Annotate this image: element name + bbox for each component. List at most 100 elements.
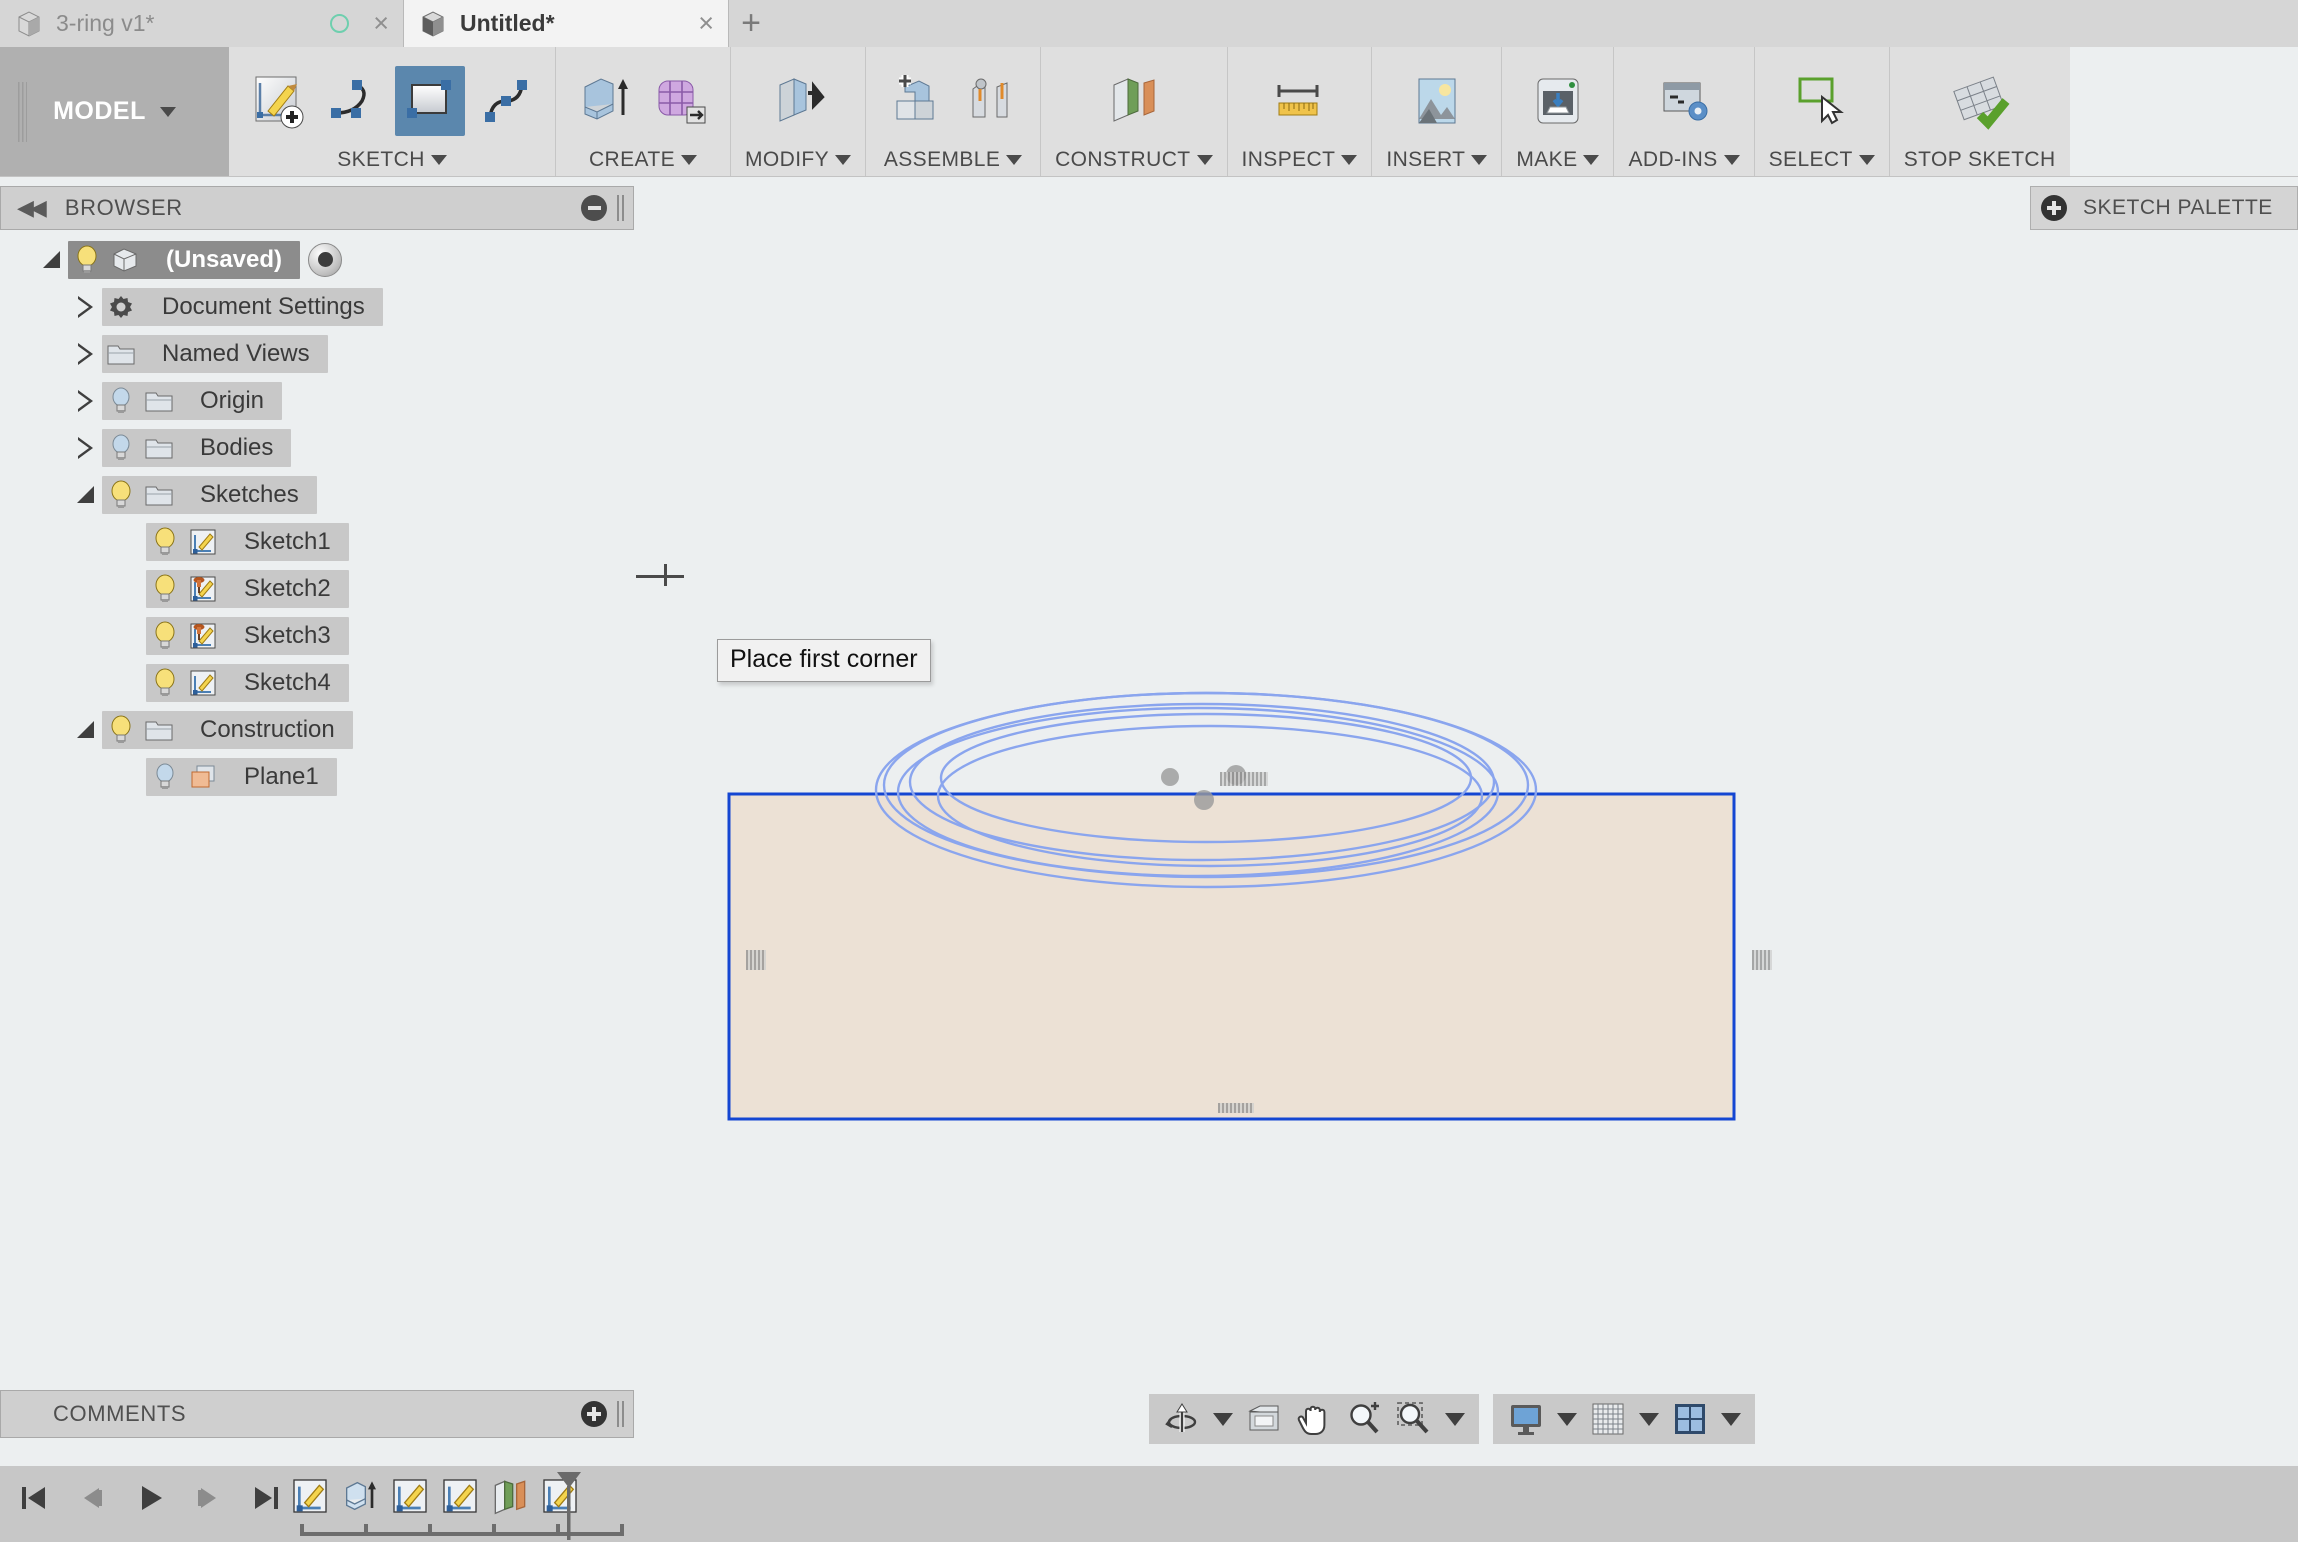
step-forward-button[interactable]	[184, 1474, 232, 1522]
line-button[interactable]	[319, 66, 389, 136]
ribbon-group-label-modify[interactable]: MODIFY	[731, 148, 865, 172]
ribbon-group-label-addins[interactable]: ADD-INS	[1614, 148, 1753, 172]
timeline-feature-sketch2[interactable]	[386, 1472, 434, 1520]
tree-item-named-views[interactable]: Named Views	[102, 334, 328, 373]
panel-resize-grip[interactable]	[617, 1401, 627, 1427]
stop-sketch-button[interactable]	[1945, 66, 2015, 136]
timeline-feature-sketch1[interactable]	[286, 1472, 334, 1520]
panel-resize-grip[interactable]	[617, 195, 627, 221]
tree-item-origin[interactable]: Origin	[102, 381, 283, 420]
extrude-button[interactable]	[570, 66, 640, 136]
ribbon-group-label-inspect[interactable]: INSPECT	[1228, 148, 1372, 172]
tree-row-bodies[interactable]: Bodies	[0, 424, 634, 471]
plus-circle-icon[interactable]	[581, 1401, 607, 1427]
spline-button[interactable]	[471, 66, 541, 136]
lightbulb-off-icon[interactable]	[102, 382, 140, 420]
grid-snaps-button[interactable]	[1585, 1397, 1631, 1441]
jump-to-beginning-button[interactable]	[10, 1474, 58, 1522]
timeline-marker[interactable]	[554, 1470, 581, 1540]
expander-right-icon[interactable]	[68, 295, 102, 318]
dimension-marker-right[interactable]	[1752, 950, 1772, 970]
ribbon-group-label-insert[interactable]: INSERT	[1372, 148, 1501, 172]
tree-item-construction[interactable]: Construction	[102, 710, 353, 749]
zoom-button[interactable]	[1341, 1397, 1387, 1441]
activate-component-radio[interactable]	[308, 242, 343, 277]
lightbulb-on-icon[interactable]	[68, 241, 106, 279]
display-settings-button[interactable]	[1503, 1397, 1549, 1441]
ribbon-group-label-make[interactable]: MAKE	[1502, 148, 1613, 172]
create-sketch-button[interactable]	[243, 66, 313, 136]
measure-button[interactable]	[1264, 66, 1334, 136]
ribbon-group-label-assemble[interactable]: ASSEMBLE	[870, 148, 1036, 172]
look-at-button[interactable]	[1241, 1397, 1287, 1441]
pan-button[interactable]	[1291, 1397, 1337, 1441]
timeline-feature-sketch3[interactable]	[436, 1472, 484, 1520]
lightbulb-on-icon[interactable]	[146, 523, 184, 561]
dimension-marker-bottom[interactable]	[1218, 1103, 1254, 1113]
lightbulb-on-icon[interactable]	[146, 664, 184, 702]
select-button[interactable]	[1787, 66, 1857, 136]
plus-circle-icon[interactable]	[2041, 195, 2067, 221]
fit-button[interactable]	[1391, 1397, 1437, 1441]
collapse-left-icon[interactable]: ◀◀	[17, 195, 47, 221]
scripts-addins-button[interactable]	[1649, 66, 1719, 136]
tree-item-unsaved[interactable]: (Unsaved)	[68, 240, 301, 279]
viewports-button[interactable]	[1667, 1397, 1713, 1441]
press-pull-button[interactable]	[763, 66, 833, 136]
tree-item-document-settings[interactable]: Document Settings	[102, 287, 383, 326]
tree-row-plane1[interactable]: Plane1	[0, 753, 634, 800]
lightbulb-on-icon[interactable]	[102, 711, 140, 749]
insert-image-button[interactable]	[1402, 66, 1472, 136]
offset-plane-button[interactable]	[1099, 66, 1169, 136]
timeline-feature-extrude1[interactable]	[336, 1472, 384, 1520]
tree-row-document-settings[interactable]: Document Settings	[0, 283, 634, 330]
chevron-down-icon[interactable]	[1445, 1412, 1465, 1426]
tree-row-origin[interactable]: Origin	[0, 377, 634, 424]
expander-right-icon[interactable]	[68, 436, 102, 459]
ribbon-group-label-select[interactable]: SELECT	[1755, 148, 1889, 172]
tree-row-construction[interactable]: Construction	[0, 706, 634, 753]
tree-row-named-views[interactable]: Named Views	[0, 330, 634, 377]
ribbon-group-label-stop-sketch[interactable]: STOP SKETCH	[1890, 148, 2070, 172]
tree-item-sketch4[interactable]: Sketch4	[146, 663, 349, 702]
tab-close-icon[interactable]: ×	[690, 10, 722, 37]
chevron-down-icon[interactable]	[1213, 1412, 1233, 1426]
play-button[interactable]	[126, 1474, 174, 1522]
expander-right-icon[interactable]	[68, 389, 102, 412]
chevron-down-icon[interactable]	[1639, 1412, 1659, 1426]
tree-row-sketch3[interactable]: Sketch3	[0, 612, 634, 659]
lightbulb-off-icon[interactable]	[146, 758, 184, 796]
tree-item-sketch2[interactable]: Sketch2	[146, 569, 349, 608]
lightbulb-on-icon[interactable]	[146, 570, 184, 608]
new-tab-button[interactable]: +	[729, 0, 773, 47]
expander-down-icon[interactable]	[34, 251, 68, 268]
tab-close-icon[interactable]: ×	[365, 10, 397, 37]
joint-button[interactable]	[956, 66, 1026, 136]
new-component-button[interactable]	[880, 66, 950, 136]
tree-row-sketch4[interactable]: Sketch4	[0, 659, 634, 706]
lightbulb-on-icon[interactable]	[146, 617, 184, 655]
tree-item-sketch3[interactable]: Sketch3	[146, 616, 349, 655]
chevron-down-icon[interactable]	[1557, 1412, 1577, 1426]
3d-print-button[interactable]	[1523, 66, 1593, 136]
dimension-marker-center[interactable]	[1220, 772, 1268, 786]
tree-row-sketches[interactable]: Sketches	[0, 471, 634, 518]
step-back-button[interactable]	[68, 1474, 116, 1522]
expander-right-icon[interactable]	[68, 342, 102, 365]
workspace-switcher[interactable]: MODEL	[0, 47, 229, 176]
create-form-button[interactable]	[646, 66, 716, 136]
lightbulb-off-icon[interactable]	[102, 429, 140, 467]
tree-row-unsaved[interactable]: (Unsaved)	[0, 236, 634, 283]
sketch-palette-header[interactable]: SKETCH PALETTE	[2030, 186, 2298, 230]
tab-3-ring[interactable]: 3-ring v1* ×	[0, 0, 403, 47]
minus-circle-icon[interactable]	[581, 195, 607, 221]
lightbulb-on-icon[interactable]	[102, 476, 140, 514]
dimension-marker-left[interactable]	[746, 950, 766, 970]
tree-item-sketch1[interactable]: Sketch1	[146, 522, 349, 561]
expander-down-icon[interactable]	[68, 486, 102, 503]
ribbon-group-label-construct[interactable]: CONSTRUCT	[1041, 148, 1226, 172]
timeline-feature-plane1[interactable]	[486, 1472, 534, 1520]
rectangle-button[interactable]	[395, 65, 465, 136]
expander-down-icon[interactable]	[68, 721, 102, 738]
tree-row-sketch1[interactable]: Sketch1	[0, 518, 634, 565]
